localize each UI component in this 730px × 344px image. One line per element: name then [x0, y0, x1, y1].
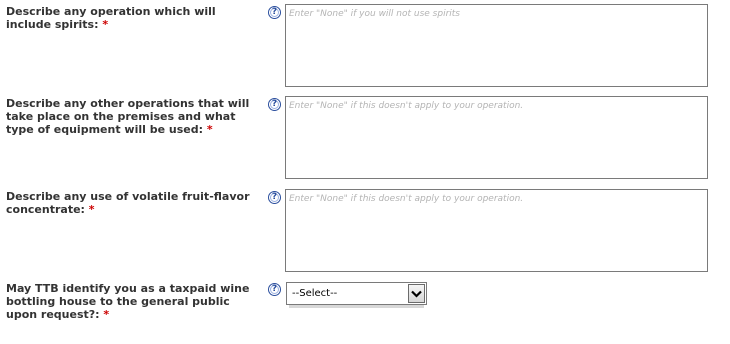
help-question-icon[interactable]: ?	[268, 283, 281, 296]
required-asterisk: *	[102, 18, 109, 31]
required-asterisk: *	[88, 203, 95, 216]
help-question-icon[interactable]: ?	[268, 98, 281, 111]
required-asterisk: *	[206, 123, 213, 136]
field-label: May TTB identify you as a taxpaid wine b…	[6, 282, 258, 321]
field-label: Describe any use of volatile fruit-flavo…	[6, 190, 258, 216]
dropdown-button[interactable]	[408, 284, 425, 303]
select-value: --Select--	[292, 288, 338, 299]
spirits-label-text: Describe any operation which will includ…	[6, 5, 216, 31]
fruit-flavor-label-text: Describe any use of volatile fruit-flavo…	[6, 190, 250, 216]
ttb-identify-select[interactable]: --Select--	[286, 282, 427, 308]
spirits-operation-textarea[interactable]	[285, 4, 708, 87]
field-label: Describe any other operations that will …	[6, 97, 258, 136]
other-operations-textarea[interactable]	[285, 96, 708, 179]
fruit-flavor-textarea[interactable]	[285, 189, 708, 272]
help-question-icon[interactable]: ?	[268, 191, 281, 204]
help-question-icon[interactable]: ?	[268, 6, 281, 19]
required-asterisk: *	[103, 308, 110, 321]
field-label: Describe any operation which will includ…	[6, 5, 258, 31]
chevron-down-icon	[411, 290, 422, 298]
ttb-identify-label-text: May TTB identify you as a taxpaid wine b…	[6, 282, 250, 321]
